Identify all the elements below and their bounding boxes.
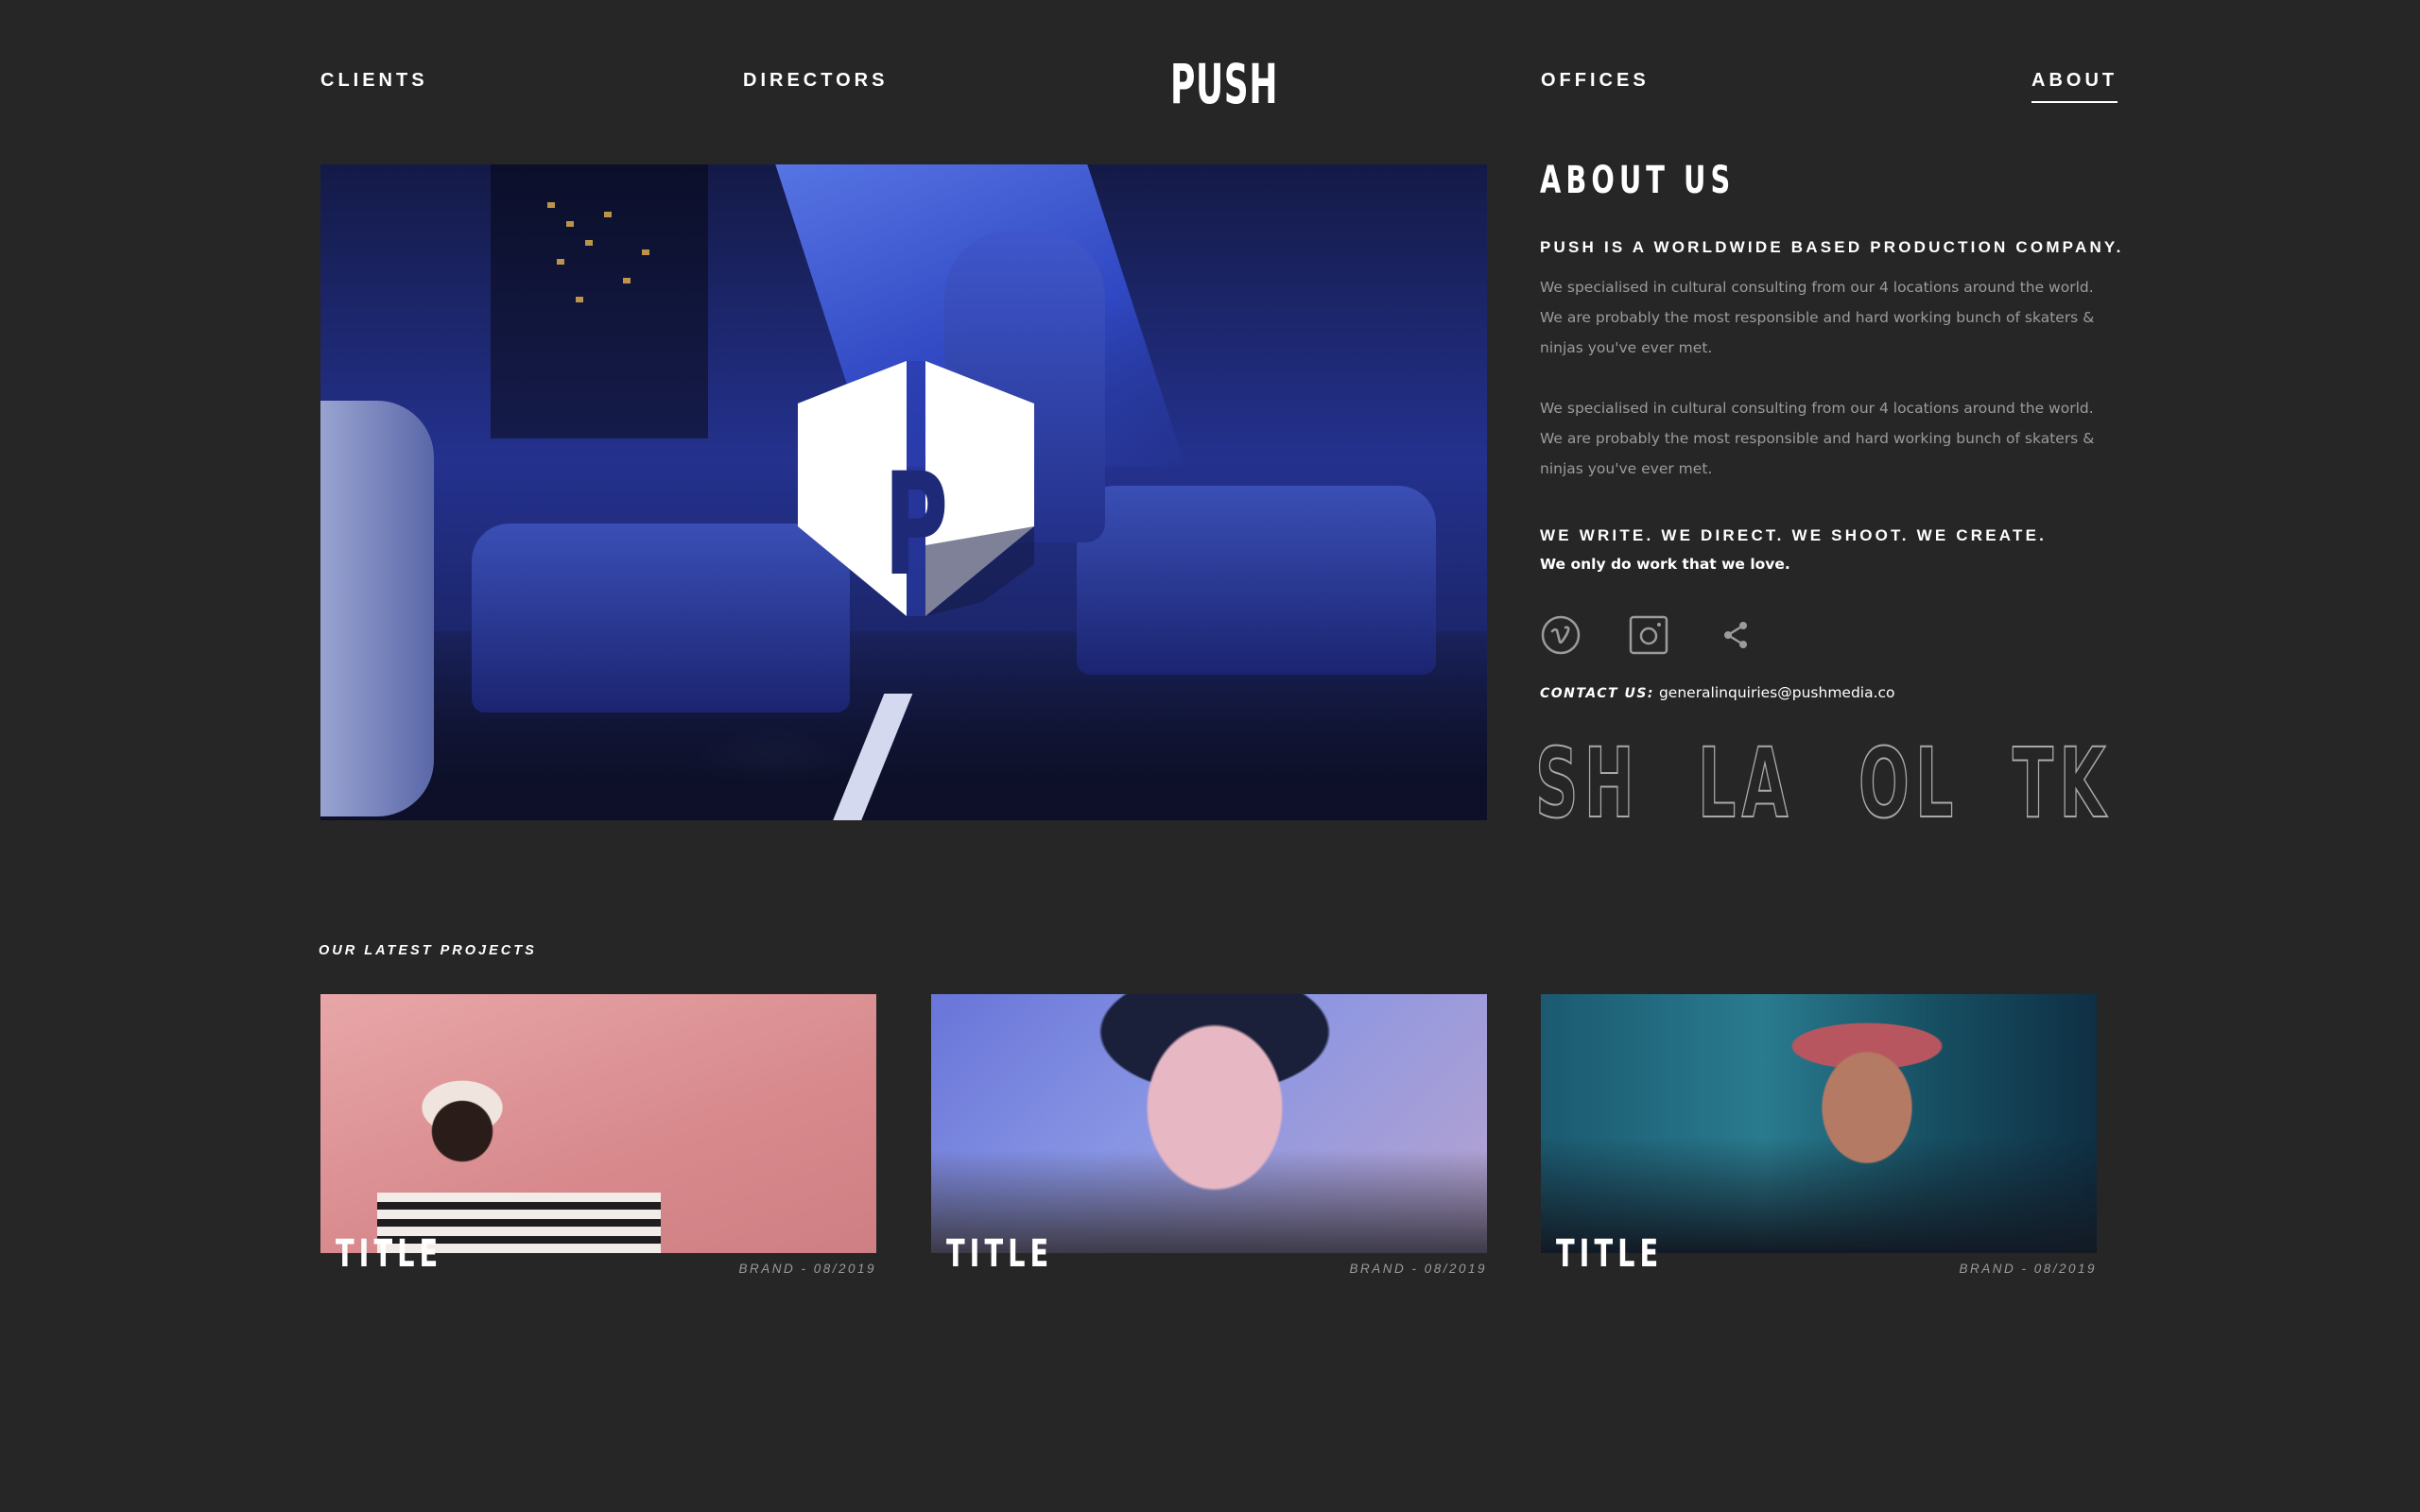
- hero-image: P: [320, 164, 1487, 820]
- page: CLIENTS DIRECTORS PUSH OFFICES ABOUT P A…: [0, 0, 2420, 1512]
- project-title: TITLE: [1556, 1232, 1664, 1276]
- vimeo-icon[interactable]: [1540, 614, 1582, 656]
- about-title: ABOUT US: [1540, 159, 1736, 202]
- about-tagline: PUSH IS A WORLDWIDE BASED PRODUCTION COM…: [1540, 238, 2124, 256]
- project-meta: BRAND - 08/2019: [738, 1262, 876, 1276]
- about-motto-subtitle: We only do work that we love.: [1540, 556, 1790, 573]
- nav-directors[interactable]: DIRECTORS: [743, 70, 888, 92]
- project-thumbnail[interactable]: [320, 994, 876, 1253]
- contact-label: CONTACT US:: [1540, 686, 1655, 701]
- projects-heading: OUR LATEST PROJECTS: [319, 943, 537, 958]
- contact-email-link[interactable]: generalinquiries@pushmedia.co: [1659, 684, 1895, 701]
- project-card[interactable]: TITLE BRAND - 08/2019: [320, 994, 876, 1278]
- hero-building: [491, 164, 708, 438]
- about-motto: WE WRITE. WE DIRECT. WE SHOOT. WE CREATE…: [1540, 526, 2048, 544]
- office-codes: SH LA OL TK: [1534, 727, 2112, 841]
- nav-about[interactable]: ABOUT: [2031, 70, 2118, 103]
- about-paragraph-1: We specialised in cultural consulting fr…: [1540, 279, 2095, 356]
- office-code-sh[interactable]: SH: [1534, 727, 1640, 841]
- project-title: TITLE: [946, 1232, 1054, 1276]
- push-logo[interactable]: PUSH: [1170, 52, 1278, 116]
- emblem-letter: P: [884, 443, 948, 608]
- push-emblem-icon: P: [798, 361, 1034, 616]
- project-card[interactable]: TITLE BRAND - 08/2019: [931, 994, 1487, 1278]
- project-thumbnail[interactable]: [931, 994, 1487, 1253]
- office-code-ol[interactable]: OL: [1858, 727, 1959, 841]
- project-meta: BRAND - 08/2019: [1349, 1262, 1487, 1276]
- about-paragraph-2: We specialised in cultural consulting fr…: [1540, 400, 2095, 477]
- hero-car-edge: [320, 401, 434, 816]
- project-thumbnail[interactable]: [1541, 994, 2097, 1253]
- instagram-icon[interactable]: [1628, 614, 1669, 656]
- nav-offices[interactable]: OFFICES: [1541, 70, 1650, 92]
- hero-car-right: [1077, 486, 1436, 675]
- project-card[interactable]: TITLE BRAND - 08/2019: [1541, 994, 2097, 1278]
- share-icon[interactable]: [1715, 614, 1756, 656]
- nav-clients[interactable]: CLIENTS: [320, 70, 428, 92]
- project-title: TITLE: [336, 1232, 443, 1276]
- project-meta: BRAND - 08/2019: [1959, 1262, 2097, 1276]
- office-code-tk[interactable]: TK: [2012, 727, 2112, 841]
- office-code-la[interactable]: LA: [1697, 727, 1794, 841]
- contact-line: CONTACT US: generalinquiries@pushmedia.c…: [1540, 684, 1895, 701]
